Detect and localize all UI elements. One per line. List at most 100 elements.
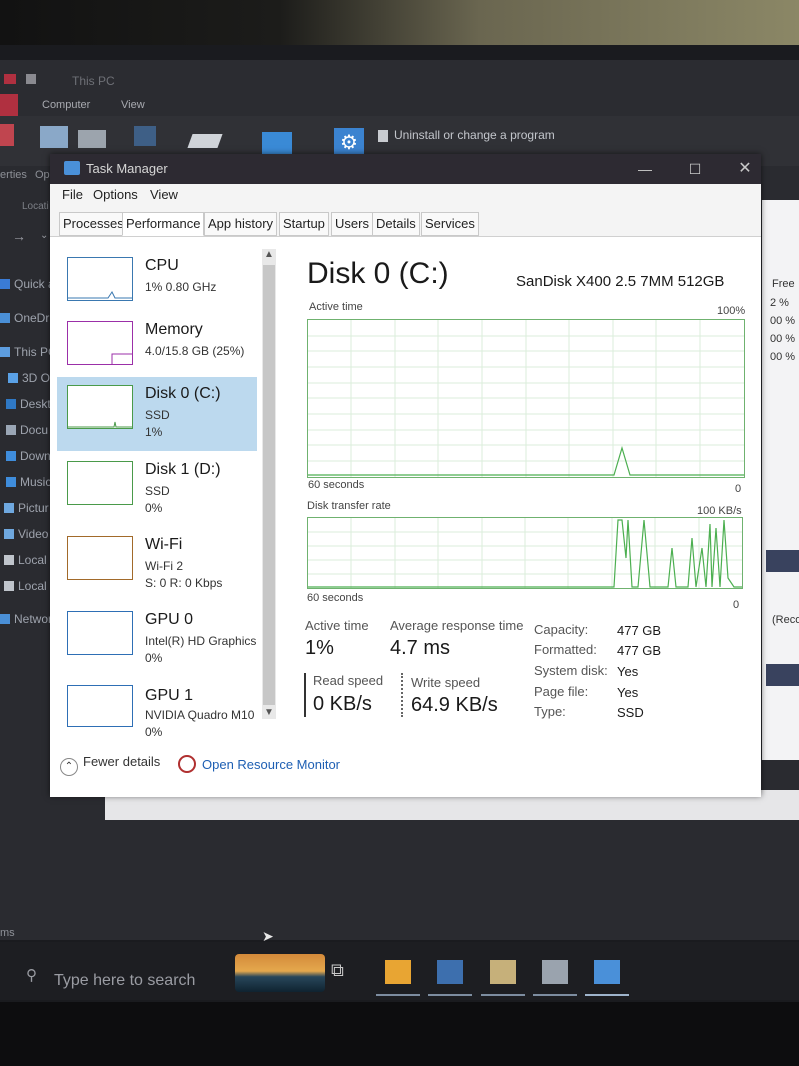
windows-icon[interactable] [262, 132, 292, 154]
nav-label: OneDri [14, 311, 53, 325]
resource-usage: 1% [145, 425, 163, 439]
tab-details[interactable]: Details [372, 212, 420, 236]
resource-item-disk0[interactable]: Disk 0 (C:) SSD 1% [57, 377, 257, 451]
close-button[interactable]: ✕ [731, 158, 759, 180]
avg-response-label: Average response time [390, 618, 524, 633]
minimize-button[interactable]: — [631, 158, 659, 180]
tab-computer[interactable]: Computer [42, 99, 90, 111]
scrollbar-thumb[interactable] [263, 265, 275, 705]
resource-item-gpu1[interactable]: GPU 1 NVIDIA Quadro M10 0% [57, 677, 257, 739]
tab-view[interactable]: View [121, 99, 145, 111]
file-explorer-icon[interactable] [385, 960, 411, 984]
nav-videos[interactable]: Video [4, 523, 48, 545]
resource-subtitle: SSD [145, 484, 170, 498]
nav-onedrive[interactable]: OneDri [0, 307, 52, 329]
monitor-app-icon[interactable] [437, 960, 463, 984]
memory-mini-graph [67, 321, 133, 365]
nav-documents[interactable]: Docu [6, 419, 48, 441]
properties-icon[interactable] [0, 124, 14, 146]
network-icon [0, 614, 10, 624]
resource-subtitle: NVIDIA Quadro M10 [145, 708, 255, 722]
resource-item-disk1[interactable]: Disk 1 (D:) SSD 0% [57, 453, 257, 527]
forward-arrow-icon[interactable]: → [12, 228, 26, 244]
explorer-ribbon-tabs: Computer View [0, 94, 799, 116]
fewer-details-button[interactable]: ⌃ Fewer details [60, 754, 160, 776]
wifi-mini-graph [67, 536, 133, 580]
menu-bar: File Options View [50, 184, 761, 206]
package-app-icon[interactable] [542, 960, 568, 984]
resource-item-wifi[interactable]: Wi-Fi Wi-Fi 2 S: 0 R: 0 Kbps [57, 528, 257, 602]
tab-services[interactable]: Services [421, 212, 479, 236]
resource-item-cpu[interactable]: CPU 1% 0.80 GHz [57, 249, 257, 323]
gpu0-mini-graph [67, 611, 133, 655]
drive-icon [4, 581, 14, 591]
scroll-down-icon[interactable]: ▼ [264, 707, 274, 718]
active-app-indicator [533, 994, 577, 996]
active-app-indicator [428, 994, 472, 996]
open-resource-monitor-link[interactable]: Open Resource Monitor [178, 755, 340, 773]
resource-name: GPU 1 [145, 687, 194, 704]
window-title: Task Manager [86, 161, 168, 176]
add-location-icon[interactable] [187, 134, 223, 148]
transfer-rate-graph [307, 517, 743, 589]
write-speed-value: 64.9 KB/s [411, 694, 498, 716]
tool-app-icon[interactable] [490, 960, 516, 984]
nav-local-disk-c[interactable]: Local [4, 549, 47, 571]
nav-network[interactable]: Networ [0, 608, 52, 630]
drive-icon[interactable] [78, 130, 106, 148]
nav-music[interactable]: Music [6, 471, 51, 493]
nav-desktop[interactable]: Deskt [6, 393, 51, 415]
task-manager-taskbar-icon[interactable] [594, 960, 620, 984]
taskbar-search-box[interactable]: ⚲ Type here to search [18, 952, 230, 990]
nav-3d-objects[interactable]: 3D Ol [8, 367, 53, 389]
nav-local-disk-d[interactable]: Local [4, 575, 47, 597]
nav-label: 3D Ol [22, 371, 53, 385]
location-label: Locati [22, 201, 49, 212]
file-tab[interactable] [0, 94, 18, 116]
selected-row[interactable] [766, 550, 799, 572]
capacity-value: 477 GB [617, 623, 662, 638]
chevron-down-icon[interactable]: ⌄ [40, 230, 48, 241]
resource-item-gpu0[interactable]: GPU 0 Intel(R) HD Graphics 0% [57, 603, 257, 677]
system-disk-value: Yes [617, 664, 639, 679]
tab-startup[interactable]: Startup [279, 212, 329, 236]
graph-active-time-xlabel: 60 seconds [308, 479, 365, 491]
nav-downloads[interactable]: Down [6, 445, 51, 467]
media-icon[interactable] [40, 126, 68, 148]
resource-name: Memory [145, 321, 203, 338]
computer-icon [0, 347, 10, 357]
resource-item-memory[interactable]: Memory 4.0/15.8 GB (25%) [57, 313, 257, 387]
menu-view[interactable]: View [150, 187, 178, 202]
tab-users[interactable]: Users [331, 212, 373, 236]
tab-performance[interactable]: Performance [122, 212, 205, 236]
map-network-icon[interactable] [134, 126, 156, 146]
cloud-icon [0, 313, 10, 323]
transfer-rate-chart [308, 518, 742, 588]
selected-row[interactable] [766, 664, 799, 686]
tab-app-history[interactable]: App history [204, 212, 278, 236]
cube-icon [8, 373, 18, 383]
formatted-label: Formatted: [534, 642, 597, 657]
active-app-indicator [585, 994, 629, 996]
nav-pictures[interactable]: Pictur [4, 497, 49, 519]
maximize-button[interactable]: ☐ [681, 158, 709, 180]
active-time-chart [308, 320, 744, 477]
nav-quick-access[interactable]: Quick a [0, 273, 55, 295]
free-space-value: 00 % [770, 333, 796, 345]
free-space-value: 2 % [770, 297, 789, 309]
active-app-indicator [481, 994, 525, 996]
search-highlight-image[interactable] [235, 954, 325, 992]
nav-this-pc[interactable]: This PC [0, 341, 57, 363]
menu-options[interactable]: Options [93, 187, 138, 202]
graph-transfer-xlabel: 60 seconds [307, 592, 364, 604]
taskbar: ⚲ Type here to search ⧉ [0, 942, 799, 1000]
task-manager-titlebar[interactable]: Task Manager — ☐ ✕ [50, 154, 761, 184]
uninstall-icon [378, 130, 388, 142]
menu-file[interactable]: File [62, 187, 83, 202]
task-view-icon[interactable]: ⧉ [331, 960, 357, 984]
uninstall-program-link[interactable]: Uninstall or change a program [394, 128, 555, 142]
capacity-label: Capacity: [534, 622, 589, 637]
tab-processes[interactable]: Processes [59, 212, 128, 236]
quick-access-icon[interactable] [26, 74, 36, 84]
scroll-up-icon[interactable]: ▲ [264, 249, 274, 260]
